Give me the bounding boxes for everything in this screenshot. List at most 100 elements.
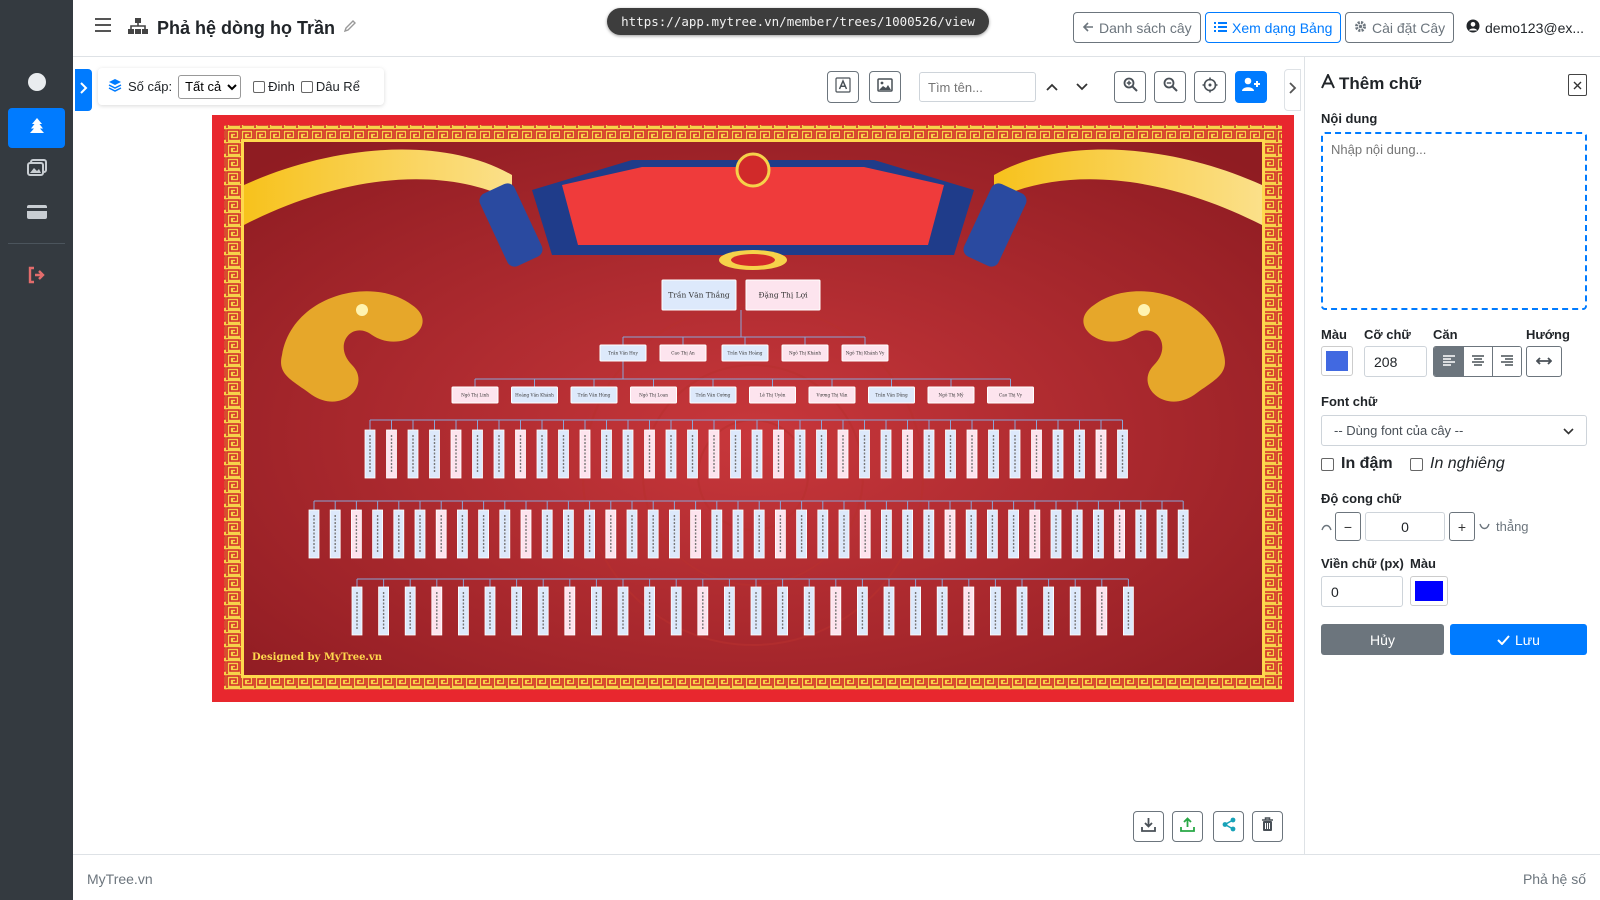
bold-checkbox[interactable]: In đậm <box>1321 455 1393 473</box>
tree-node-compact[interactable] <box>350 509 362 559</box>
align-right-button[interactable] <box>1492 347 1521 376</box>
tree-node-compact[interactable] <box>910 586 921 636</box>
tree-node-compact[interactable] <box>687 429 698 479</box>
tree-node-compact[interactable] <box>564 586 576 636</box>
tree-node[interactable]: Cao Thị Vy <box>987 386 1034 404</box>
table-view-button[interactable]: Xem dạng Bảng <box>1205 12 1342 43</box>
tree-node-compact[interactable] <box>351 586 363 636</box>
tree-node-compact[interactable] <box>605 509 617 559</box>
tree-node-compact[interactable] <box>990 586 1001 636</box>
tree-node-compact[interactable] <box>923 509 935 559</box>
tree-node[interactable]: Cao Thị An <box>659 344 707 362</box>
tree-node-compact[interactable] <box>562 509 574 559</box>
tree-node[interactable]: Trần Văn Huy <box>599 344 647 362</box>
direction-button[interactable] <box>1526 346 1562 377</box>
tree-node-compact[interactable] <box>329 509 341 559</box>
sidebar-item-images[interactable] <box>8 150 65 190</box>
add-member-button[interactable] <box>1235 71 1267 103</box>
sidebar-item-dashboard[interactable] <box>8 64 65 104</box>
tree-node-compact[interactable] <box>665 429 677 479</box>
cancel-button[interactable]: Hủy <box>1321 624 1444 655</box>
tree-node[interactable]: Trần Văn Cường <box>689 386 737 404</box>
center-view-button[interactable] <box>1194 71 1226 103</box>
tree-node-compact[interactable] <box>515 429 526 479</box>
pencil-icon[interactable] <box>343 19 357 38</box>
tree-node-compact[interactable] <box>1156 509 1168 559</box>
tree-node-compact[interactable] <box>1093 509 1104 559</box>
tree-node-compact[interactable] <box>414 509 426 559</box>
sidebar-item-tree[interactable] <box>8 108 65 148</box>
tree-node-compact[interactable] <box>1029 509 1041 559</box>
zoom-in-button[interactable] <box>1114 71 1146 103</box>
italic-checkbox[interactable]: In nghiêng <box>1410 455 1505 473</box>
tree-node-compact[interactable] <box>902 429 913 479</box>
tree-node-compact[interactable] <box>923 429 935 479</box>
tree-node-compact[interactable] <box>478 509 490 559</box>
tree-node-compact[interactable] <box>753 509 765 559</box>
tree-node-compact[interactable] <box>668 509 680 559</box>
tree-node[interactable]: Trần Văn Hoàng <box>721 344 769 362</box>
tree-canvas[interactable]: Trần Văn Thắng Đặng Thị Lợi Trần Văn Huy Ca… <box>212 115 1294 702</box>
tree-node-compact[interactable] <box>484 586 496 636</box>
search-prev-button[interactable] <box>1042 77 1062 97</box>
tree-node-compact[interactable] <box>644 429 655 479</box>
tree-node-compact[interactable] <box>393 509 405 559</box>
tree-node-compact[interactable] <box>617 586 629 636</box>
content-textarea[interactable] <box>1321 132 1587 310</box>
tree-node-compact[interactable] <box>1114 509 1125 559</box>
tree-node-compact[interactable] <box>435 509 447 559</box>
sidebar-item-billing[interactable] <box>8 194 65 234</box>
tree-node-compact[interactable] <box>883 586 895 636</box>
collapse-right-panel-button[interactable] <box>1284 69 1301 111</box>
tree-node-compact[interactable] <box>644 586 656 636</box>
tree-node-compact[interactable] <box>708 429 720 479</box>
tree-node-compact[interactable] <box>499 509 511 559</box>
tree-node-compact[interactable] <box>456 509 468 559</box>
tree-node-compact[interactable] <box>1016 586 1028 636</box>
tree-node-compact[interactable] <box>857 586 868 636</box>
search-next-button[interactable] <box>1072 77 1092 97</box>
tree-node-compact[interactable] <box>803 586 815 636</box>
tree-node-compact[interactable] <box>837 429 849 479</box>
tree-node-compact[interactable] <box>1071 509 1083 559</box>
tree-node-compact[interactable] <box>520 509 532 559</box>
align-center-button[interactable] <box>1463 347 1492 376</box>
font-select[interactable]: -- Dùng font của cây -- <box>1321 415 1587 446</box>
tree-node-compact[interactable] <box>1135 509 1147 559</box>
tree-node-compact[interactable] <box>472 429 483 479</box>
tree-node-compact[interactable] <box>838 509 850 559</box>
tree-list-button[interactable]: Danh sách cây <box>1073 12 1201 43</box>
tree-node-compact[interactable] <box>511 586 523 636</box>
share-button[interactable] <box>1213 811 1244 842</box>
upload-button[interactable] <box>1172 811 1203 842</box>
tree-node-compact[interactable] <box>944 509 956 559</box>
tree-node-compact[interactable] <box>859 509 871 559</box>
tree-node-compact[interactable] <box>1008 509 1019 559</box>
tree-node-compact[interactable] <box>1009 429 1021 479</box>
tree-node-compact[interactable] <box>1052 429 1064 479</box>
tree-node-compact[interactable] <box>308 509 320 559</box>
stroke-width-input[interactable]: 0 <box>1321 576 1403 607</box>
tree-node-compact[interactable] <box>724 586 735 636</box>
tree-node-compact[interactable] <box>945 429 956 479</box>
tree-node-compact[interactable] <box>386 429 397 479</box>
tree-node-compact[interactable] <box>431 586 443 636</box>
tree-node-compact[interactable] <box>647 509 659 559</box>
tree-node[interactable]: Ngô Thị Linh <box>451 386 499 404</box>
tree-node-compact[interactable] <box>1177 509 1189 559</box>
tree-node-compact[interactable] <box>732 509 744 559</box>
level-select[interactable]: Tất cả <box>178 74 242 99</box>
add-image-button[interactable] <box>869 71 901 103</box>
tree-node-compact[interactable] <box>881 509 892 559</box>
tree-node-compact[interactable] <box>541 509 553 559</box>
tree-node-compact[interactable] <box>697 586 709 636</box>
pin-checkbox[interactable]: Đinh <box>253 79 295 94</box>
inlaw-checkbox[interactable]: Dâu Rể <box>300 79 360 94</box>
tree-node-compact[interactable] <box>590 586 602 636</box>
tree-node-compact[interactable] <box>965 509 977 559</box>
tree-node-compact[interactable] <box>1043 586 1054 636</box>
tree-node-compact[interactable] <box>670 586 682 636</box>
tree-node-compact[interactable] <box>880 429 892 479</box>
tree-node-compact[interactable] <box>750 586 762 636</box>
tree-node-compact[interactable] <box>775 509 786 559</box>
